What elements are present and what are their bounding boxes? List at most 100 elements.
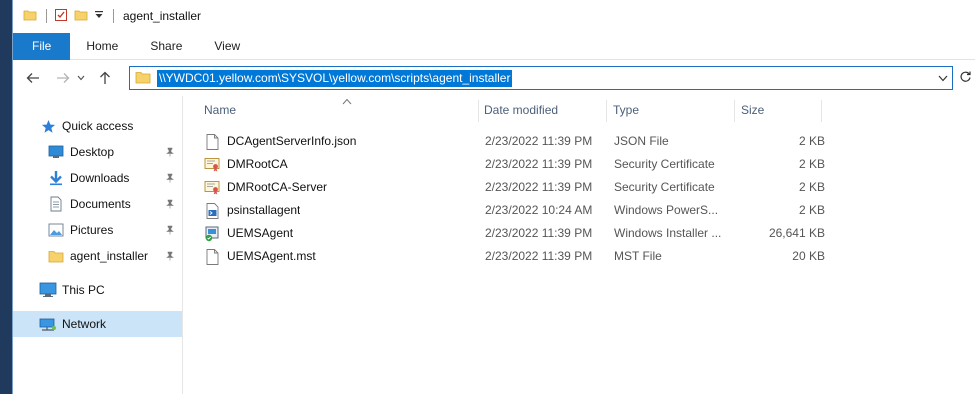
chevron-down-icon — [77, 75, 85, 81]
sidebar-item-label: Pictures — [70, 223, 114, 237]
installer-icon — [204, 226, 220, 242]
sidebar-item-desktop[interactable]: Desktop — [13, 139, 182, 165]
file-date: 2/23/2022 10:24 AM — [485, 203, 593, 217]
window-title: agent_installer — [123, 9, 202, 23]
address-bar[interactable]: \\YWDC01.yellow.com\SYSVOL\yellow.com\sc… — [129, 66, 953, 90]
network-icon — [39, 315, 57, 333]
sidebar-item-label: Documents — [70, 197, 131, 211]
powershell-script-icon — [204, 202, 220, 219]
refresh-button[interactable] — [959, 70, 972, 86]
sidebar-item-label: agent_installer — [70, 249, 149, 263]
up-arrow-icon — [100, 71, 110, 84]
tab-share[interactable]: Share — [134, 33, 198, 60]
title-separator — [46, 9, 47, 23]
sidebar-item-downloads[interactable]: Downloads — [13, 165, 182, 191]
desktop-icon — [47, 143, 65, 161]
column-header-name[interactable]: Name — [198, 96, 478, 124]
file-name: DCAgentServerInfo.json — [227, 134, 357, 148]
sidebar-item-agent-installer[interactable]: agent_installer — [13, 243, 182, 269]
navigation-bar: \\YWDC01.yellow.com\SYSVOL\yellow.com\sc… — [13, 61, 975, 95]
file-date: 2/23/2022 11:39 PM — [485, 134, 593, 148]
file-type: MST File — [614, 249, 662, 263]
document-icon — [204, 248, 220, 265]
computer-icon — [39, 281, 57, 299]
pin-icon[interactable] — [165, 146, 175, 160]
file-size: 20 KB — [792, 249, 825, 263]
file-size: 2 KB — [798, 157, 825, 171]
chevron-down-icon — [938, 75, 948, 82]
up-button[interactable] — [93, 66, 117, 90]
pin-icon[interactable] — [165, 224, 175, 238]
sidebar-item-quick-access[interactable]: Quick access — [13, 113, 182, 139]
folder-icon[interactable] — [23, 8, 37, 25]
address-path[interactable]: \\YWDC01.yellow.com\SYSVOL\yellow.com\sc… — [157, 69, 513, 87]
file-date: 2/23/2022 11:39 PM — [485, 249, 593, 263]
file-list: Name Date modified Type Size DCAgentServ… — [184, 96, 975, 394]
file-size: 2 KB — [798, 134, 825, 148]
file-size: 26,641 KB — [768, 226, 825, 240]
tab-file[interactable]: File — [13, 33, 71, 60]
title-bar: agent_installer — [13, 0, 975, 32]
tab-view[interactable]: View — [198, 33, 256, 60]
sidebar-item-network[interactable]: Network — [13, 311, 182, 337]
file-date: 2/23/2022 11:39 PM — [485, 157, 593, 171]
navigation-pane: Quick access Desktop Downloads Documents — [13, 96, 183, 394]
file-type: Windows Installer ... — [614, 226, 722, 240]
file-row[interactable]: UEMSAgent 2/23/2022 11:39 PM Windows Ins… — [184, 222, 834, 245]
new-folder-icon[interactable] — [74, 8, 88, 25]
column-header-date[interactable]: Date modified — [478, 96, 606, 124]
file-size: 2 KB — [798, 203, 825, 217]
pin-icon[interactable] — [165, 198, 175, 212]
file-row[interactable]: psinstallagent 2/23/2022 10:24 AM Window… — [184, 199, 834, 222]
documents-icon — [47, 195, 65, 213]
sidebar-item-label: Downloads — [70, 171, 130, 185]
file-date: 2/23/2022 11:39 PM — [485, 180, 593, 194]
folder-icon — [47, 247, 65, 265]
file-date: 2/23/2022 11:39 PM — [485, 226, 593, 240]
pictures-icon — [47, 221, 65, 239]
ribbon: File Home Share View — [13, 33, 975, 60]
file-row[interactable]: DMRootCA-Server 2/23/2022 11:39 PM Secur… — [184, 176, 834, 199]
title-separator — [113, 9, 114, 23]
document-icon — [204, 133, 220, 150]
forward-arrow-icon — [57, 73, 70, 83]
file-size: 2 KB — [798, 180, 825, 194]
column-header-type[interactable]: Type — [607, 96, 734, 124]
certificate-icon — [204, 180, 220, 196]
explorer-window: agent_installer File Home Share View \\Y… — [12, 0, 975, 394]
sidebar-item-pictures[interactable]: Pictures — [13, 217, 182, 243]
file-name: psinstallagent — [227, 203, 301, 217]
back-arrow-icon — [26, 73, 39, 83]
folder-icon — [135, 69, 151, 88]
back-button[interactable] — [21, 66, 45, 90]
sidebar-item-label: Network — [62, 317, 107, 331]
address-dropdown-button[interactable] — [938, 71, 948, 85]
forward-button[interactable] — [51, 66, 75, 90]
column-divider[interactable] — [821, 100, 822, 122]
sidebar-item-label: This PC — [62, 283, 105, 297]
column-header-size[interactable]: Size — [735, 96, 821, 124]
file-name: UEMSAgent — [227, 226, 294, 240]
file-name: UEMSAgent.mst — [227, 249, 316, 263]
recent-locations-button[interactable] — [75, 66, 87, 90]
file-row[interactable]: UEMSAgent.mst 2/23/2022 11:39 PM MST Fil… — [184, 245, 834, 268]
star-icon — [39, 117, 57, 135]
file-type: Security Certificate — [614, 180, 715, 194]
customize-toolbar-icon[interactable] — [94, 9, 104, 24]
certificate-icon — [204, 157, 220, 173]
file-row[interactable]: DCAgentServerInfo.json 2/23/2022 11:39 P… — [184, 130, 834, 153]
tab-home[interactable]: Home — [70, 33, 134, 60]
file-row[interactable]: DMRootCA 2/23/2022 11:39 PM Security Cer… — [184, 153, 834, 176]
file-type: Security Certificate — [614, 157, 715, 171]
sidebar-item-label: Desktop — [70, 145, 115, 159]
file-name: DMRootCA-Server — [227, 180, 328, 194]
pin-icon[interactable] — [165, 172, 175, 186]
file-type: Windows PowerS... — [614, 203, 719, 217]
properties-icon[interactable] — [54, 8, 68, 25]
file-type: JSON File — [614, 134, 669, 148]
pin-icon[interactable] — [165, 250, 175, 264]
sidebar-item-label: Quick access — [62, 119, 134, 133]
sidebar-item-this-pc[interactable]: This PC — [13, 277, 182, 303]
download-icon — [47, 169, 65, 187]
sidebar-item-documents[interactable]: Documents — [13, 191, 182, 217]
